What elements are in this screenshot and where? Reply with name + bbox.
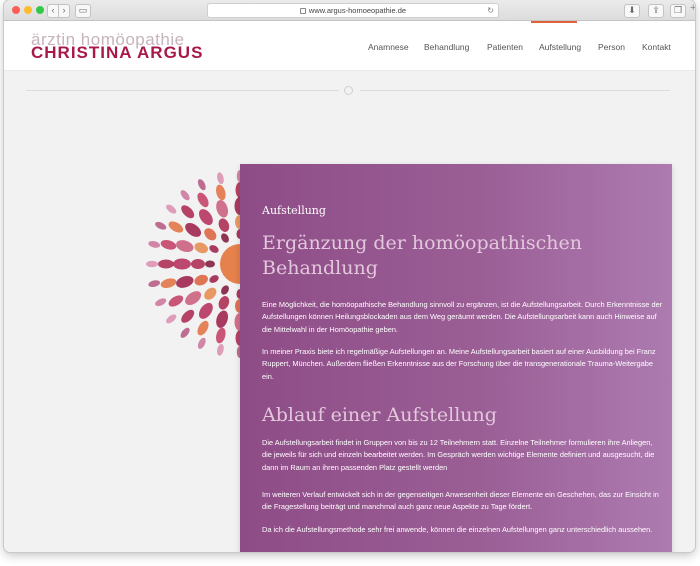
history-buttons: ‹ ›: [47, 4, 70, 18]
nav-active-indicator: [531, 21, 577, 23]
nav-item-aufstellung[interactable]: Aufstellung: [539, 42, 581, 52]
maximize-window-icon[interactable]: [36, 6, 44, 14]
divider-circle-icon: [344, 86, 353, 95]
minimize-window-icon[interactable]: [24, 6, 32, 14]
nav-item-anamnese[interactable]: Anamnese: [368, 42, 409, 52]
browser-toolbar: ‹ › ▭ www.argus-homoeopathie.de ↻ ⬇ ⇪ ❐ …: [4, 0, 695, 21]
mandala-petal: [185, 291, 202, 306]
mandala-petal: [176, 240, 194, 253]
url-text: www.argus-homoeopathie.de: [308, 6, 407, 15]
mandala-petal: [155, 298, 167, 307]
close-window-icon[interactable]: [12, 6, 20, 14]
section-heading-2: Ablauf einer Aufstellung: [262, 404, 497, 426]
mandala-petal: [148, 241, 161, 248]
mandala-petal: [215, 327, 226, 344]
share-button[interactable]: ⇪: [648, 4, 664, 18]
mandala-petal: [173, 258, 191, 270]
mandala-petal: [191, 259, 205, 269]
mandala-petal: [176, 275, 194, 288]
paragraph-5: Da ich die Aufstellungsmethode sehr frei…: [262, 525, 653, 534]
mandala-petal: [221, 233, 229, 243]
mandala-petal: [155, 221, 167, 230]
section-title: Ergänzung der homöopathischen Behandlung: [262, 232, 583, 279]
nav-item-patienten[interactable]: Patienten: [487, 42, 523, 52]
paragraph-1: Eine Möglichkeit, die homöopathische Beh…: [262, 300, 663, 334]
nav-item-kontakt[interactable]: Kontakt: [642, 42, 671, 52]
logo-title[interactable]: CHRISTINA ARGUS: [31, 44, 203, 61]
mandala-petal: [160, 239, 177, 250]
mandala-petal: [216, 200, 229, 218]
paragraph-2: In meiner Praxis biete ich regelmäßige A…: [262, 347, 656, 381]
mandala-petal: [166, 204, 177, 214]
mandala-petal: [197, 179, 206, 191]
mandala-petal: [204, 228, 217, 241]
nav-item-person[interactable]: Person: [598, 42, 625, 52]
mandala-petal: [158, 259, 174, 269]
mandala-petal: [197, 192, 209, 208]
address-bar[interactable]: www.argus-homoeopathie.de ↻: [207, 3, 499, 18]
divider-right: [360, 90, 670, 91]
mandala-petal: [209, 275, 219, 283]
mandala-petal: [180, 327, 190, 338]
content-panel: Aufstellung Ergänzung der homöopathische…: [240, 164, 672, 552]
tabs-overview-button[interactable]: ❐: [670, 4, 686, 18]
mandala-petal: [146, 260, 158, 268]
mandala-petal: [180, 190, 190, 201]
mandala-petal: [185, 222, 202, 237]
downloads-button[interactable]: ⬇: [624, 4, 640, 18]
mandala-petal: [148, 280, 161, 287]
mandala-petal: [221, 285, 229, 295]
divider-left: [26, 90, 339, 91]
back-button[interactable]: ‹: [47, 4, 59, 18]
mandala-petal: [197, 337, 206, 349]
mandala-petal: [205, 260, 215, 268]
site-header: ärztin homöopathie CHRISTINA ARGUS Anamn…: [4, 21, 695, 71]
paragraph-4: Im weiteren Verlauf entwickelt sich in d…: [262, 490, 659, 512]
nav-item-behandlung[interactable]: Behandlung: [424, 42, 469, 52]
section-label: Aufstellung: [262, 204, 326, 217]
mandala-petal: [217, 343, 224, 356]
mandala-petal: [218, 296, 230, 310]
reload-icon[interactable]: ↻: [487, 4, 494, 17]
sidebar-toggle-button[interactable]: ▭: [75, 4, 91, 18]
mandala-petal: [168, 295, 184, 307]
mandala-petal: [160, 278, 177, 289]
mandala-petal: [209, 245, 219, 253]
mandala-petal: [204, 287, 217, 300]
paragraph-3: Die Aufstellungsarbeit findet in Gruppen…: [262, 438, 655, 472]
new-tab-button[interactable]: +: [690, 2, 695, 14]
mandala-petal: [215, 184, 226, 201]
mandala-petal: [181, 309, 195, 323]
mandala-petal: [217, 172, 224, 185]
mandala-petal: [194, 242, 208, 254]
mandala-petal: [197, 320, 209, 336]
mandala-petal: [194, 274, 208, 286]
forward-button[interactable]: ›: [59, 4, 70, 18]
mandala-petal: [166, 314, 177, 324]
mandala-petal: [216, 310, 229, 328]
mandala-petal: [198, 302, 213, 319]
lock-icon: [299, 8, 306, 15]
mandala-petal: [168, 221, 184, 233]
mandala-petal: [218, 218, 230, 232]
mandala-petal: [198, 209, 213, 226]
browser-window: ‹ › ▭ www.argus-homoeopathie.de ↻ ⬇ ⇪ ❐ …: [4, 0, 695, 552]
mandala-petal: [181, 205, 195, 219]
